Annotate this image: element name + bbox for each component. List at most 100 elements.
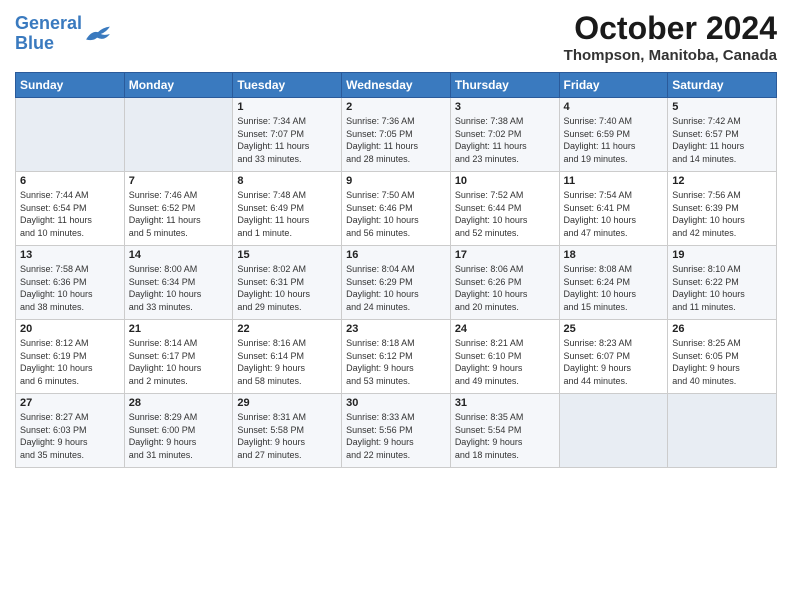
- day-header-tuesday: Tuesday: [233, 73, 342, 98]
- day-cell: 5 Sunrise: 7:42 AM Sunset: 6:57 PM Daylig…: [668, 98, 777, 172]
- day-info: Sunrise: 7:54 AM Sunset: 6:41 PM Dayligh…: [564, 189, 664, 239]
- day-cell: 27 Sunrise: 8:27 AM Sunset: 6:03 PM Dayli…: [16, 394, 125, 468]
- day-number: 4: [564, 101, 664, 113]
- day-header-sunday: Sunday: [16, 73, 125, 98]
- day-cell: 30 Sunrise: 8:33 AM Sunset: 5:56 PM Dayli…: [342, 394, 451, 468]
- day-cell: [124, 98, 233, 172]
- day-cell: 8 Sunrise: 7:48 AM Sunset: 6:49 PM Daylig…: [233, 172, 342, 246]
- day-number: 12: [672, 175, 772, 187]
- day-number: 6: [20, 175, 120, 187]
- day-number: 18: [564, 249, 664, 261]
- day-info: Sunrise: 7:42 AM Sunset: 6:57 PM Dayligh…: [672, 115, 772, 165]
- day-cell: 14 Sunrise: 8:00 AM Sunset: 6:34 PM Dayli…: [124, 246, 233, 320]
- day-number: 5: [672, 101, 772, 113]
- day-number: 29: [237, 397, 337, 409]
- day-number: 16: [346, 249, 446, 261]
- day-info: Sunrise: 8:10 AM Sunset: 6:22 PM Dayligh…: [672, 263, 772, 313]
- day-cell: 7 Sunrise: 7:46 AM Sunset: 6:52 PM Daylig…: [124, 172, 233, 246]
- day-cell: 24Sunrise: 8:21 AM Sunset: 6:10 PM Dayli…: [450, 320, 559, 394]
- week-row-4: 20 Sunrise: 8:12 AM Sunset: 6:19 PM Dayli…: [16, 320, 777, 394]
- calendar-table: SundayMondayTuesdayWednesdayThursdayFrid…: [15, 72, 777, 468]
- day-info: Sunrise: 8:00 AM Sunset: 6:34 PM Dayligh…: [129, 263, 229, 313]
- day-info: Sunrise: 7:44 AM Sunset: 6:54 PM Dayligh…: [20, 189, 120, 239]
- location: Thompson, Manitoba, Canada: [564, 47, 777, 64]
- day-number: 25: [564, 323, 664, 335]
- day-cell: 6 Sunrise: 7:44 AM Sunset: 6:54 PM Daylig…: [16, 172, 125, 246]
- day-cell: 10Sunrise: 7:52 AM Sunset: 6:44 PM Dayli…: [450, 172, 559, 246]
- day-cell: 16 Sunrise: 8:04 AM Sunset: 6:29 PM Dayli…: [342, 246, 451, 320]
- day-header-friday: Friday: [559, 73, 668, 98]
- day-cell: 20 Sunrise: 8:12 AM Sunset: 6:19 PM Dayli…: [16, 320, 125, 394]
- header-row: SundayMondayTuesdayWednesdayThursdayFrid…: [16, 73, 777, 98]
- day-number: 10: [455, 175, 555, 187]
- logo-bird-icon: [84, 23, 112, 45]
- day-cell: 12Sunrise: 7:56 AM Sunset: 6:39 PM Dayli…: [668, 172, 777, 246]
- day-info: Sunrise: 8:31 AM Sunset: 5:58 PM Dayligh…: [237, 411, 337, 461]
- day-cell: 1Sunrise: 7:34 AM Sunset: 7:07 PM Daylig…: [233, 98, 342, 172]
- day-cell: 13 Sunrise: 7:58 AM Sunset: 6:36 PM Dayli…: [16, 246, 125, 320]
- day-number: 13: [20, 249, 120, 261]
- day-cell: 18Sunrise: 8:08 AM Sunset: 6:24 PM Dayli…: [559, 246, 668, 320]
- day-number: 26: [672, 323, 772, 335]
- day-info: Sunrise: 7:38 AM Sunset: 7:02 PM Dayligh…: [455, 115, 555, 165]
- logo: GeneralBlue: [15, 14, 112, 54]
- week-row-5: 27 Sunrise: 8:27 AM Sunset: 6:03 PM Dayli…: [16, 394, 777, 468]
- day-number: 14: [129, 249, 229, 261]
- day-info: Sunrise: 8:33 AM Sunset: 5:56 PM Dayligh…: [346, 411, 446, 461]
- day-number: 3: [455, 101, 555, 113]
- day-cell: 29 Sunrise: 8:31 AM Sunset: 5:58 PM Dayli…: [233, 394, 342, 468]
- day-cell: 28Sunrise: 8:29 AM Sunset: 6:00 PM Dayli…: [124, 394, 233, 468]
- day-number: 31: [455, 397, 555, 409]
- day-info: Sunrise: 8:06 AM Sunset: 6:26 PM Dayligh…: [455, 263, 555, 313]
- day-cell: 2 Sunrise: 7:36 AM Sunset: 7:05 PM Daylig…: [342, 98, 451, 172]
- day-number: 2: [346, 101, 446, 113]
- day-header-monday: Monday: [124, 73, 233, 98]
- week-row-3: 13 Sunrise: 7:58 AM Sunset: 6:36 PM Dayli…: [16, 246, 777, 320]
- day-header-wednesday: Wednesday: [342, 73, 451, 98]
- day-cell: 19 Sunrise: 8:10 AM Sunset: 6:22 PM Dayli…: [668, 246, 777, 320]
- day-info: Sunrise: 7:40 AM Sunset: 6:59 PM Dayligh…: [564, 115, 664, 165]
- day-number: 7: [129, 175, 229, 187]
- day-cell: 26 Sunrise: 8:25 AM Sunset: 6:05 PM Dayli…: [668, 320, 777, 394]
- day-number: 27: [20, 397, 120, 409]
- week-row-2: 6 Sunrise: 7:44 AM Sunset: 6:54 PM Daylig…: [16, 172, 777, 246]
- day-info: Sunrise: 8:35 AM Sunset: 5:54 PM Dayligh…: [455, 411, 555, 461]
- day-info: Sunrise: 8:16 AM Sunset: 6:14 PM Dayligh…: [237, 337, 337, 387]
- day-info: Sunrise: 8:12 AM Sunset: 6:19 PM Dayligh…: [20, 337, 120, 387]
- day-info: Sunrise: 8:02 AM Sunset: 6:31 PM Dayligh…: [237, 263, 337, 313]
- day-info: Sunrise: 8:25 AM Sunset: 6:05 PM Dayligh…: [672, 337, 772, 387]
- week-row-1: 1Sunrise: 7:34 AM Sunset: 7:07 PM Daylig…: [16, 98, 777, 172]
- day-cell: 3 Sunrise: 7:38 AM Sunset: 7:02 PM Daylig…: [450, 98, 559, 172]
- day-number: 28: [129, 397, 229, 409]
- day-info: Sunrise: 7:46 AM Sunset: 6:52 PM Dayligh…: [129, 189, 229, 239]
- day-number: 9: [346, 175, 446, 187]
- day-info: Sunrise: 7:58 AM Sunset: 6:36 PM Dayligh…: [20, 263, 120, 313]
- day-number: 8: [237, 175, 337, 187]
- day-info: Sunrise: 7:48 AM Sunset: 6:49 PM Dayligh…: [237, 189, 337, 239]
- day-number: 22: [237, 323, 337, 335]
- day-cell: 23Sunrise: 8:18 AM Sunset: 6:12 PM Dayli…: [342, 320, 451, 394]
- day-cell: 25Sunrise: 8:23 AM Sunset: 6:07 PM Dayli…: [559, 320, 668, 394]
- day-number: 24: [455, 323, 555, 335]
- day-info: Sunrise: 7:50 AM Sunset: 6:46 PM Dayligh…: [346, 189, 446, 239]
- title-area: October 2024 Thompson, Manitoba, Canada: [564, 10, 777, 64]
- day-cell: 11 Sunrise: 7:54 AM Sunset: 6:41 PM Dayli…: [559, 172, 668, 246]
- day-cell: [668, 394, 777, 468]
- logo-text: GeneralBlue: [15, 14, 82, 54]
- day-cell: 31 Sunrise: 8:35 AM Sunset: 5:54 PM Dayli…: [450, 394, 559, 468]
- day-info: Sunrise: 8:04 AM Sunset: 6:29 PM Dayligh…: [346, 263, 446, 313]
- day-number: 17: [455, 249, 555, 261]
- day-info: Sunrise: 7:34 AM Sunset: 7:07 PM Dayligh…: [237, 115, 337, 165]
- day-info: Sunrise: 8:27 AM Sunset: 6:03 PM Dayligh…: [20, 411, 120, 461]
- day-cell: [16, 98, 125, 172]
- day-number: 30: [346, 397, 446, 409]
- day-number: 21: [129, 323, 229, 335]
- day-info: Sunrise: 7:36 AM Sunset: 7:05 PM Dayligh…: [346, 115, 446, 165]
- day-number: 11: [564, 175, 664, 187]
- day-number: 20: [20, 323, 120, 335]
- day-cell: [559, 394, 668, 468]
- day-header-thursday: Thursday: [450, 73, 559, 98]
- day-number: 19: [672, 249, 772, 261]
- page: GeneralBlue October 2024 Thompson, Manit…: [0, 0, 792, 478]
- day-cell: 15Sunrise: 8:02 AM Sunset: 6:31 PM Dayli…: [233, 246, 342, 320]
